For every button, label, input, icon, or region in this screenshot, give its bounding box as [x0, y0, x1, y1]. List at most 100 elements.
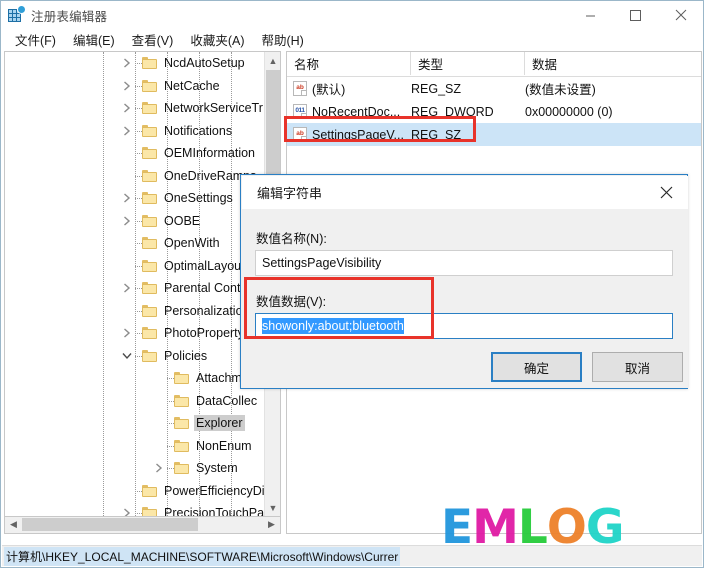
tree-expander-collapsed-icon[interactable] — [119, 187, 135, 209]
tree-node[interactable]: Attachments — [5, 367, 264, 390]
dialog-close-button[interactable] — [644, 176, 688, 208]
value-name-label: 数值名称(N): — [256, 232, 327, 246]
tree-expander-collapsed-icon[interactable] — [119, 120, 135, 142]
tree-node[interactable]: OEMInformation — [5, 142, 264, 165]
value-name-text: (默认) — [312, 83, 346, 97]
tree-node[interactable]: Policies — [5, 345, 264, 368]
table-row[interactable]: ab SettingsPageV... REG_SZ — [287, 123, 701, 146]
tree-node-label: NonEnum — [196, 438, 252, 453]
tree-node[interactable]: PrecisionTouchPa — [5, 502, 264, 516]
tree-leaf-marker-icon — [151, 412, 167, 434]
window-title: 注册表编辑器 — [31, 9, 108, 24]
tree-expander-collapsed-icon[interactable] — [119, 97, 135, 119]
tree-leaf-marker-icon — [119, 165, 135, 187]
folder-icon — [142, 169, 157, 182]
cancel-button[interactable]: 取消 — [592, 352, 683, 382]
folder-icon — [174, 439, 189, 452]
folder-icon — [174, 372, 189, 385]
scroll-down-icon[interactable]: ▼ — [265, 499, 280, 516]
tree-node-label: NcdAutoSetup — [164, 56, 245, 71]
registry-tree[interactable]: NcdAutoSetup NetCache NetworkServiceTr Noti… — [5, 52, 264, 516]
tree-node-label: OOBE — [164, 213, 201, 228]
string-value-icon: ab — [293, 81, 307, 96]
tree-expander-collapsed-icon[interactable] — [119, 322, 135, 344]
tree-leaf-marker-icon — [119, 300, 135, 322]
menu-favorites[interactable]: 收藏夹(A) — [182, 28, 253, 51]
tree-node[interactable]: Explorer — [5, 412, 264, 435]
tree-node[interactable]: PhotoPropertyI — [5, 322, 264, 345]
tree-node[interactable]: OOBE — [5, 210, 264, 233]
column-header-type[interactable]: 类型 — [411, 52, 525, 75]
scroll-right-icon[interactable]: ▶ — [263, 517, 280, 532]
maximize-button[interactable] — [613, 1, 658, 29]
tree-node[interactable]: OptimalLayout — [5, 255, 264, 278]
tree-node-label: PowerEfficiencyDi — [164, 483, 264, 498]
close-button[interactable] — [658, 1, 703, 29]
value-data-input[interactable]: showonly:about;bluetooth — [255, 313, 673, 339]
column-header-data[interactable]: 数据 — [525, 52, 701, 75]
minimize-button[interactable] — [568, 1, 613, 29]
tree-scroll-thumb[interactable] — [266, 70, 280, 190]
emlog-letter-g: G — [585, 499, 625, 555]
tree-node[interactable]: Personalizatio — [5, 300, 264, 323]
tree-node[interactable]: OpenWith — [5, 232, 264, 255]
tree-expander-collapsed-icon[interactable] — [119, 277, 135, 299]
folder-icon — [142, 147, 157, 160]
tree-expander-collapsed-icon[interactable] — [119, 75, 135, 97]
table-row[interactable]: 011 NoRecentDoc... REG_DWORD 0x00000000 (0) — [287, 100, 701, 123]
tree-node-label: NetCache — [164, 78, 220, 93]
tree-node[interactable]: NetworkServiceTr — [5, 97, 264, 120]
tree-node-label: Explorer — [194, 415, 245, 432]
tree-leaf-marker-icon — [151, 367, 167, 389]
emlog-letter-l: L — [517, 499, 548, 555]
tree-node-label: NetworkServiceTr — [164, 101, 263, 116]
menu-edit[interactable]: 编辑(E) — [65, 28, 124, 51]
value-name-input[interactable]: SettingsPageVisibility — [255, 250, 673, 276]
ok-button[interactable]: 确定 — [491, 352, 582, 382]
list-column-headers: 名称 类型 数据 — [287, 52, 701, 77]
title-bar: 注册表编辑器 — [1, 1, 703, 29]
tree-node[interactable]: OneDriveRamps — [5, 165, 264, 188]
scroll-left-icon[interactable]: ◀ — [5, 517, 22, 532]
folder-icon — [142, 349, 157, 362]
scroll-up-icon[interactable]: ▲ — [265, 52, 280, 69]
tree-leaf-marker-icon — [151, 390, 167, 412]
tree-hscroll-thumb[interactable] — [22, 518, 198, 531]
menu-help[interactable]: 帮助(H) — [253, 28, 312, 51]
tree-expander-collapsed-icon[interactable] — [119, 210, 135, 232]
tree-node-label: OneSettings — [164, 191, 233, 206]
cell-type: REG_SZ — [411, 127, 462, 142]
tree-node-label: Parental Contr — [164, 281, 245, 296]
window-controls — [568, 1, 703, 29]
cell-type: REG_DWORD — [411, 104, 494, 119]
tree-node[interactable]: NcdAutoSetup — [5, 52, 264, 75]
tree-node-label: OEMInformation — [164, 146, 256, 161]
table-row[interactable]: ab (默认) REG_SZ (数值未设置) — [287, 77, 701, 100]
tree-node[interactable]: System — [5, 457, 264, 480]
tree-node[interactable]: DataCollec — [5, 390, 264, 413]
folder-icon — [142, 237, 157, 250]
tree-rows-container: NcdAutoSetup NetCache NetworkServiceTr Noti… — [5, 52, 264, 516]
tree-expander-collapsed-icon[interactable] — [119, 502, 135, 516]
tree-node[interactable]: Notifications — [5, 120, 264, 143]
tree-node[interactable]: PowerEfficiencyDi — [5, 480, 264, 503]
tree-node-label: Policies — [164, 348, 208, 363]
cell-type: REG_SZ — [411, 81, 462, 96]
tree-node[interactable]: OneSettings — [5, 187, 264, 210]
dword-value-icon: 011 — [293, 104, 307, 119]
menu-file[interactable]: 文件(F) — [7, 28, 65, 51]
tree-node-label: Notifications — [164, 123, 233, 138]
value-name-text: NoRecentDoc... — [312, 104, 401, 119]
column-header-name[interactable]: 名称 — [287, 52, 411, 75]
tree-expander-collapsed-icon[interactable] — [119, 52, 135, 74]
tree-expander-collapsed-icon[interactable] — [151, 457, 167, 479]
tree-horizontal-scrollbar[interactable]: ◀ ▶ — [4, 517, 281, 534]
tree-node[interactable]: Parental Contr — [5, 277, 264, 300]
dialog-body: 数值名称(N): SettingsPageVisibility 数值数据(V):… — [242, 209, 688, 388]
menu-view[interactable]: 查看(V) — [124, 28, 183, 51]
emlog-watermark: EMLOG — [441, 499, 625, 555]
tree-expander-expanded-icon[interactable] — [119, 345, 135, 367]
tree-node[interactable]: NonEnum — [5, 435, 264, 458]
tree-node[interactable]: NetCache — [5, 75, 264, 98]
tree-node-label: PrecisionTouchPa — [164, 506, 264, 516]
